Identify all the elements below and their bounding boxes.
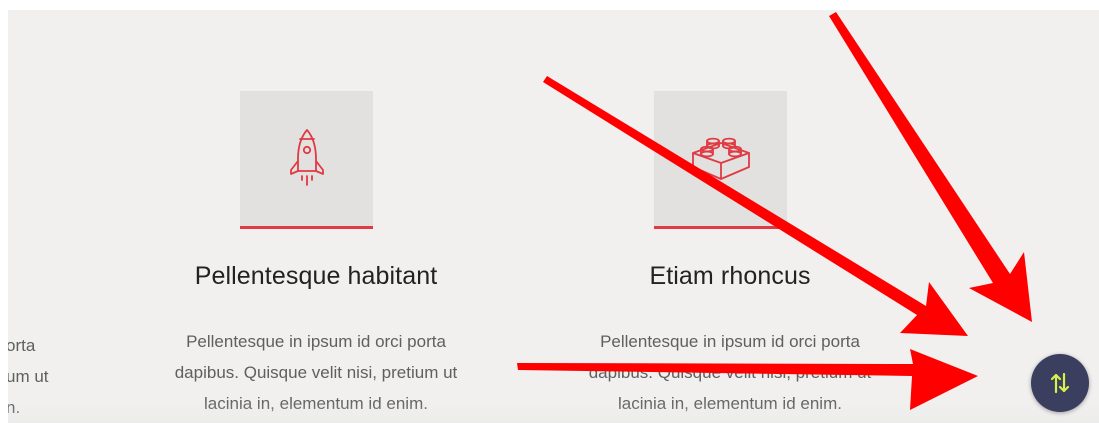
feature-icon-box: [240, 91, 373, 229]
feature-card-title: Pellentesque habitant: [194, 262, 438, 290]
feature-icon-box: [654, 91, 787, 229]
partial-feature-card: orta um ut n.: [8, 330, 66, 423]
description-line: dapibus. Quisque velit nisi, pretium ut: [588, 363, 872, 382]
description-line: lacinia in, elementum id enim.: [204, 394, 428, 413]
features-section: orta um ut n. Pellentesque habitant Pell…: [8, 10, 1099, 423]
feature-card-description: Pellentesque in ipsum id orci porta dapi…: [550, 326, 910, 419]
rocket-icon: [289, 128, 324, 186]
partial-card-line: n.: [8, 398, 21, 417]
description-line: dapibus. Quisque velit nisi, pretium ut: [174, 363, 458, 382]
up-down-arrows-icon: [1050, 372, 1070, 394]
partial-card-line: um ut: [8, 367, 49, 386]
description-line: Pellentesque in ipsum id orci porta: [600, 332, 860, 351]
lego-brick-icon: [691, 137, 750, 180]
description-line: lacinia in, elementum id enim.: [618, 394, 842, 413]
feature-card-title: Etiam rhoncus: [649, 262, 811, 290]
partial-card-line: orta: [8, 336, 36, 355]
scroll-toggle-button[interactable]: [1031, 354, 1089, 412]
description-line: Pellentesque in ipsum id orci porta: [186, 332, 446, 351]
feature-card-description: Pellentesque in ipsum id orci porta dapi…: [136, 326, 496, 419]
